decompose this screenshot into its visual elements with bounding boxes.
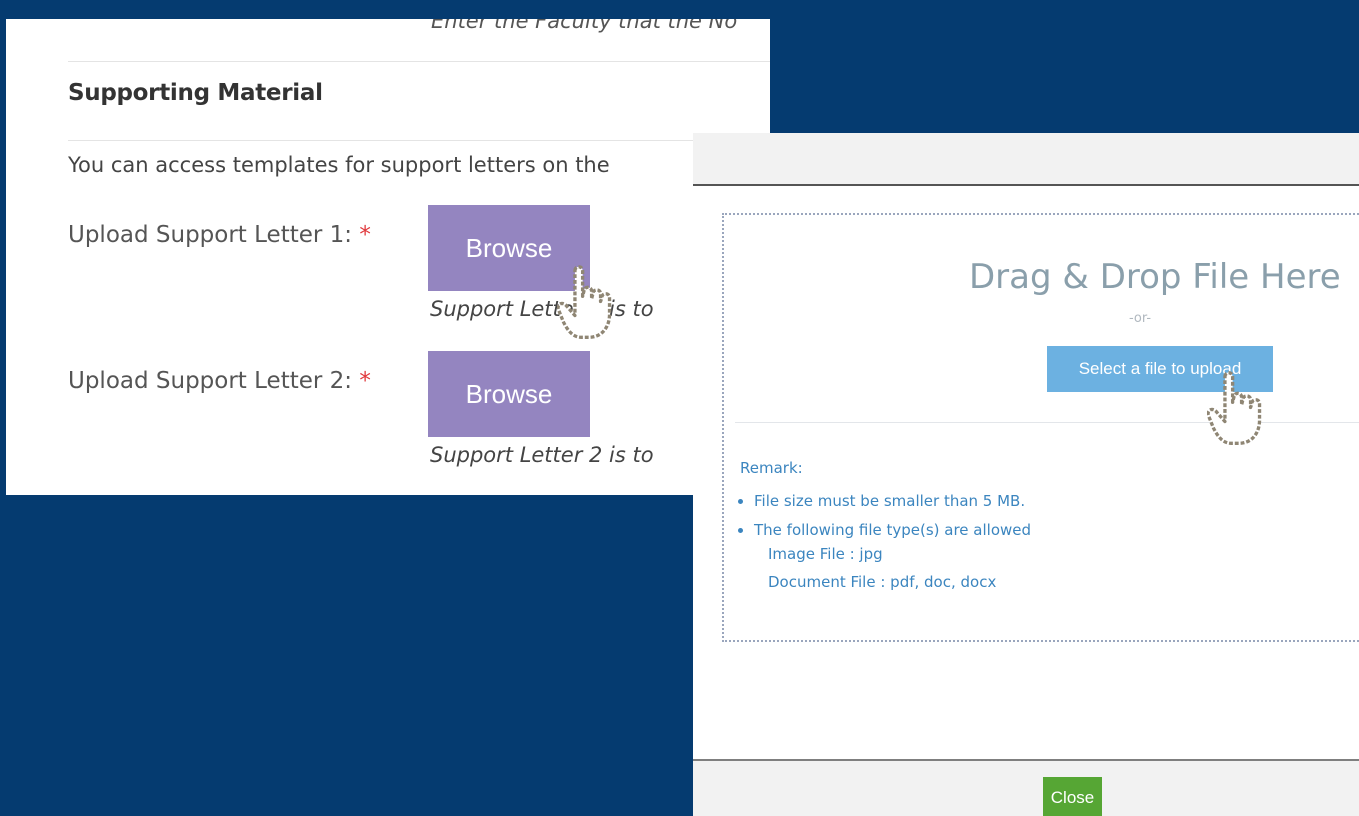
allowed-type-item: Image File : jpg — [768, 545, 883, 563]
required-marker: * — [359, 368, 371, 394]
support-letter-1-label-text: Upload Support Letter 1: — [68, 222, 353, 248]
divider — [68, 140, 770, 141]
divider — [68, 61, 770, 62]
close-button[interactable]: Close — [1043, 777, 1102, 816]
dialog-header — [693, 133, 1359, 186]
supporting-material-form: Enter the Faculty that the No Supporting… — [6, 19, 770, 495]
support-letter-2-label: Upload Support Letter 2: * — [68, 363, 398, 399]
drop-zone-divider — [735, 422, 1359, 423]
section-title: Supporting Material — [68, 80, 323, 106]
remark-item: File size must be smaller than 5 MB. — [754, 487, 1031, 516]
support-letter-1-note: Support Letter 1 is to — [430, 297, 654, 321]
remark-item: The following file type(s) are allowed — [754, 516, 1031, 545]
select-file-button[interactable]: Select a file to upload — [1047, 346, 1273, 392]
required-marker: * — [359, 222, 371, 248]
drop-title: Drag & Drop File Here — [969, 257, 1341, 297]
browse-button-2[interactable]: Browse — [428, 351, 590, 437]
or-separator: -or- — [1129, 311, 1152, 326]
browse-button-1[interactable]: Browse — [428, 205, 590, 291]
file-upload-dialog: Drag & Drop File Here -or- Select a file… — [693, 133, 1359, 816]
remark-label: Remark: — [740, 459, 803, 477]
support-letter-1-label: Upload Support Letter 1: * — [68, 217, 398, 253]
templates-info-text: You can access templates for support let… — [68, 153, 610, 177]
dialog-footer: Close — [693, 759, 1359, 816]
drop-zone[interactable]: Drag & Drop File Here -or- Select a file… — [722, 213, 1359, 642]
allowed-type-item: Document File : pdf, doc, docx — [768, 573, 997, 591]
support-letter-2-label-text: Upload Support Letter 2: — [68, 368, 353, 394]
faculty-hint: Enter the Faculty that the No — [431, 19, 738, 33]
support-letter-2-note: Support Letter 2 is to — [430, 443, 654, 467]
remark-list: File size must be smaller than 5 MB. The… — [724, 487, 1031, 545]
